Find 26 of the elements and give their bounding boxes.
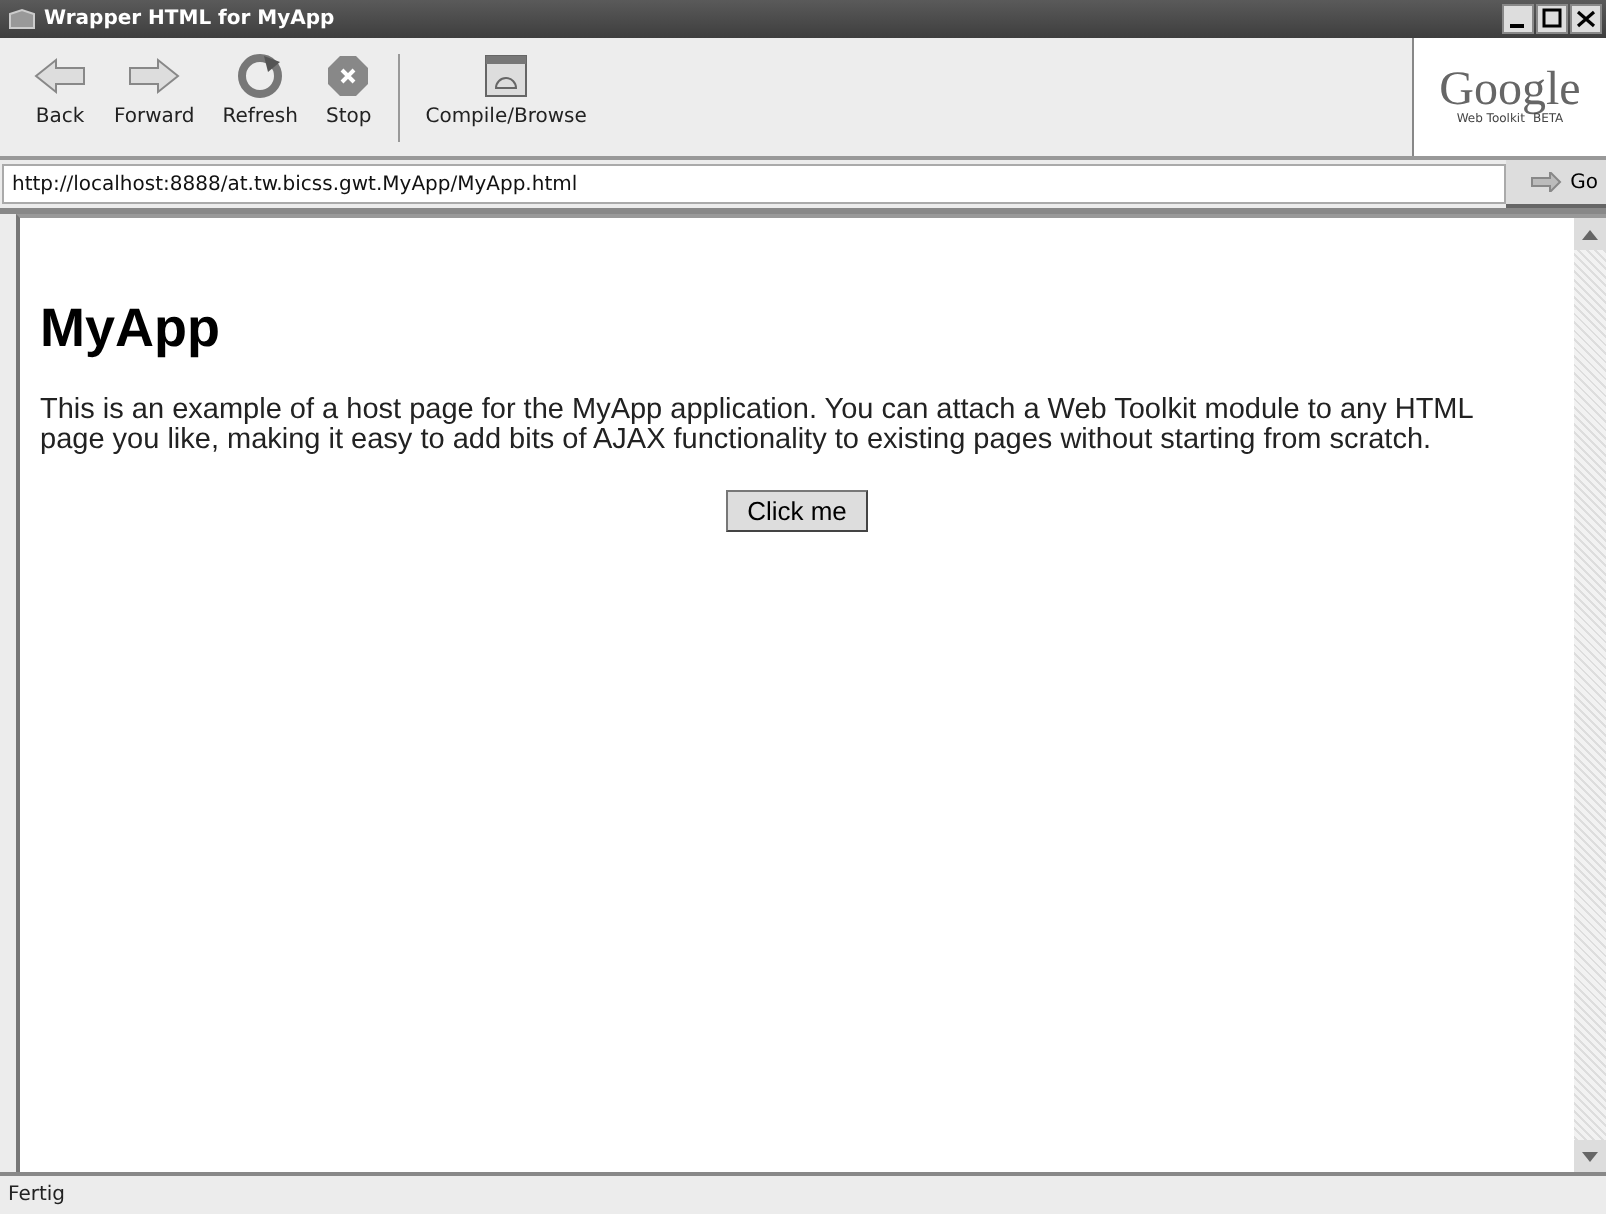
click-me-button[interactable]: Click me xyxy=(725,490,869,532)
toolbar-button[interactable]: Refresh xyxy=(212,50,308,132)
maximize-icon[interactable] xyxy=(1536,4,1568,34)
minimize-icon[interactable] xyxy=(1502,4,1534,34)
intro-paragraph: This is an example of a host page for the MyApp application. You can attach a Web Toolkit module to any HTML page you like, making it easy to add bits of AJAX functionality to existing pages without starting from scratch. xyxy=(40,396,1475,456)
window-icon xyxy=(484,54,529,98)
refresh-icon xyxy=(238,54,283,98)
address-field[interactable]: http://localhost:8888/at.tw.bicss.gwt.MyApp/MyApp.html xyxy=(2,164,1507,204)
scroll-up-icon[interactable] xyxy=(1582,229,1598,239)
scroll-down-icon[interactable] xyxy=(1582,1151,1598,1161)
page-heading: MyApp xyxy=(40,298,222,360)
toolbar-button[interactable]: Compile/Browse xyxy=(415,50,597,132)
right-arrow-icon xyxy=(1530,172,1563,192)
scrollbar[interactable] xyxy=(1574,218,1606,1172)
right-arrow-icon xyxy=(128,54,181,98)
toolbar-button[interactable]: Back xyxy=(24,50,96,132)
status-text: Fertig xyxy=(8,1183,66,1205)
toolbar-button[interactable]: Stop xyxy=(315,50,382,132)
toolbar-button[interactable]: Forward xyxy=(104,50,205,132)
close-icon[interactable] xyxy=(1570,4,1602,34)
stop-icon xyxy=(326,54,371,98)
window-title: Wrapper HTML for MyApp xyxy=(44,8,337,30)
app-icon xyxy=(8,7,36,31)
left-arrow-icon xyxy=(34,54,86,98)
logo-text: Google xyxy=(1439,68,1581,112)
go-button[interactable]: Go xyxy=(1506,160,1606,208)
